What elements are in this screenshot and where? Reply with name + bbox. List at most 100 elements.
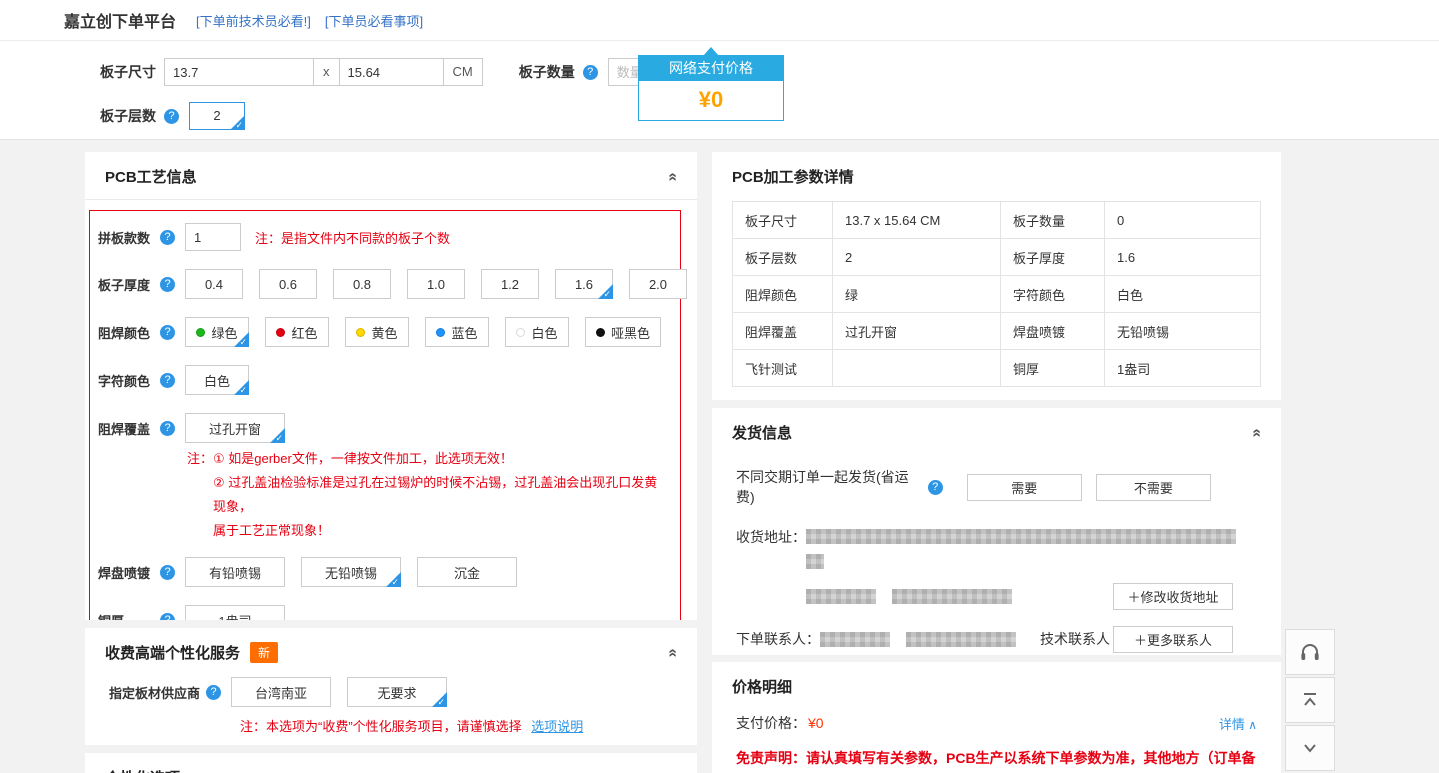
modify-address-button[interactable]: ＋修改收货地址 [1113,583,1233,610]
board-length-input[interactable] [339,58,444,86]
shipping-info-panel: 发货信息 不同交期订单一起发货(省运费) 需要 不需要 收货地址： ＋修改收货 [712,408,1281,655]
scroll-down-button[interactable] [1285,725,1335,771]
panel-count-row: 拼板款数 注：是指文件内不同款的板子个数 [98,223,670,251]
pay-price-row: 支付价格： ¥0 详情 [712,709,1281,733]
solder-cover-help-icon[interactable] [160,421,175,436]
combine-need-button[interactable]: 需要 [967,474,1082,501]
copper-option-1oz[interactable]: 1盎司 [185,605,285,620]
price-title: 价格明细 [732,676,792,697]
solder-color-option-yellow[interactable]: 黄色 [345,317,409,347]
collapse-up-icon[interactable] [665,648,681,657]
more-contacts-button[interactable]: ＋更多联系人 [1113,626,1233,653]
pay-price-label: 支付价格： [736,713,806,733]
thickness-option[interactable]: 0.6 [259,269,317,299]
customer-service-button[interactable] [1285,629,1335,675]
param-value [833,350,1001,387]
censored-address-text [806,554,824,569]
price-detail-link[interactable]: 详情 [1219,714,1257,733]
thickness-option-selected[interactable]: 1.6 [555,269,613,299]
board-qty-help-icon[interactable] [583,65,598,80]
solder-cover-notes: 注：① 如是gerber文件，一律按文件加工，此选项无效！ ② 过孔盖油检验标准… [187,447,670,543]
address-row: 收货地址： ＋修改收货地址 [736,527,1261,610]
option-label: 黄色 [371,323,397,342]
price-box-amount: ¥0 [638,81,784,121]
solder-color-option-white[interactable]: 白色 [505,317,569,347]
board-layers-help-icon[interactable] [164,109,179,124]
combine-shipping-help-icon[interactable] [928,480,943,495]
thickness-option[interactable]: 2.0 [629,269,687,299]
solder-color-option-matte-black[interactable]: 哑黑色 [585,317,661,347]
back-to-top-button[interactable] [1285,677,1335,723]
panel-count-note: 注：是指文件内不同款的板子个数 [255,228,450,247]
param-value: 绿 [833,276,1001,313]
param-value: 2 [833,239,1001,276]
silk-color-option-white[interactable]: 白色 [185,365,249,395]
personalize-panel-header: 个性化选项 [85,753,697,773]
top-header: 嘉立创下单平台 [下单前技术员必看!] [下单员必看事项] [0,0,1439,41]
surface-finish-row: 焊盘喷镀 有铅喷锡 无铅喷锡 沉金 [98,557,670,587]
copper-help-icon[interactable] [160,613,175,621]
solder-color-option-green[interactable]: 绿色 [185,317,249,347]
premium-note-text: 注：本选项为“收费”个性化服务项目，请谨慎选择 [240,719,522,734]
censored-contact-name [820,632,890,647]
white-color-dot-icon [516,328,525,337]
thickness-help-icon[interactable] [160,277,175,292]
solder-cover-row: 阻焊覆盖 过孔开窗 [98,413,670,443]
censored-phone-number [892,589,1012,604]
silk-color-help-icon[interactable] [160,373,175,388]
supplier-option-nanya[interactable]: 台湾南亚 [231,677,331,707]
pcb-process-panel: PCB工艺信息 拼板款数 注：是指文件内不同款的板子个数 板子厚度 0.4 0.… [85,152,697,620]
parameter-table: 板子尺寸 13.7 x 15.64 CM 板子数量 0 板子层数 2 板子厚度 … [732,201,1261,387]
supplier-option-none[interactable]: 无要求 [347,677,447,707]
pcb-parameter-detail-panel: PCB加工参数详情 板子尺寸 13.7 x 15.64 CM 板子数量 0 板子… [712,152,1281,400]
param-key: 阻焊颜色 [733,276,833,313]
floating-toolbar [1285,629,1335,773]
surface-option-leadfree-hasl[interactable]: 无铅喷锡 [301,557,401,587]
pay-price-value: ¥0 [808,715,824,731]
red-color-dot-icon [276,328,285,337]
param-key: 字符颜色 [1001,276,1105,313]
surface-finish-help-icon[interactable] [160,565,175,580]
combine-no-need-button[interactable]: 不需要 [1096,474,1211,501]
thickness-option[interactable]: 0.4 [185,269,243,299]
premium-services-panel: 收费高端个性化服务 新 指定板材供应商 台湾南亚 无要求 注：本选项为“收费”个… [85,628,697,745]
collapse-up-icon[interactable] [1249,428,1265,437]
supplier-help-icon[interactable] [206,685,221,700]
collapse-up-icon[interactable] [665,172,681,181]
price-box-title: 网络支付价格 [638,55,784,81]
thickness-option[interactable]: 1.0 [407,269,465,299]
board-width-input[interactable] [164,58,314,86]
thickness-option[interactable]: 1.2 [481,269,539,299]
thickness-option[interactable]: 0.8 [333,269,391,299]
table-row: 板子层数 2 板子厚度 1.6 [733,239,1261,276]
surface-option-enig[interactable]: 沉金 [417,557,517,587]
panel-count-help-icon[interactable] [160,230,175,245]
board-layers-select[interactable]: 2 [189,102,245,130]
address-label: 收货地址： [736,527,806,547]
solder-cover-option-via-open[interactable]: 过孔开窗 [185,413,285,443]
surface-option-leaded-hasl[interactable]: 有铅喷锡 [185,557,285,587]
solder-cover-note-line: 属于工艺正常现象！ [187,519,670,543]
solder-color-option-blue[interactable]: 蓝色 [425,317,489,347]
pre-order-tech-link[interactable]: [下单前技术员必看!] [196,11,311,30]
pcb-process-body: 拼板款数 注：是指文件内不同款的板子个数 板子厚度 0.4 0.6 0.8 1.… [85,200,697,620]
table-row: 阻焊覆盖 过孔开窗 焊盘喷镀 无铅喷锡 [733,313,1261,350]
solder-color-help-icon[interactable] [160,325,175,340]
option-explain-link[interactable]: 选项说明 [531,719,583,734]
param-key: 铜厚 [1001,350,1105,387]
param-key: 阻焊覆盖 [733,313,833,350]
disclaimer-text: 免责声明：请认真填写有关参数，PCB生产以系统下单参数为准，其他地方（订单备 [712,733,1281,769]
copper-row: 铜厚 1盎司 [98,605,670,620]
param-key: 飞针测试 [733,350,833,387]
solder-color-option-red[interactable]: 红色 [265,317,329,347]
board-qty-label: 板子数量 [519,62,575,82]
order-clerk-notes-link[interactable]: [下单员必看事项] [325,11,423,30]
scroll-to-top-icon [1298,688,1322,712]
censored-contact-phone [906,632,1016,647]
blue-color-dot-icon [436,328,445,337]
thickness-label: 板子厚度 [98,275,160,294]
param-value: 无铅喷锡 [1105,313,1261,350]
option-label: 绿色 [211,323,237,342]
address-content: ＋修改收货地址 [806,527,1261,610]
panel-count-input[interactable] [185,223,241,251]
